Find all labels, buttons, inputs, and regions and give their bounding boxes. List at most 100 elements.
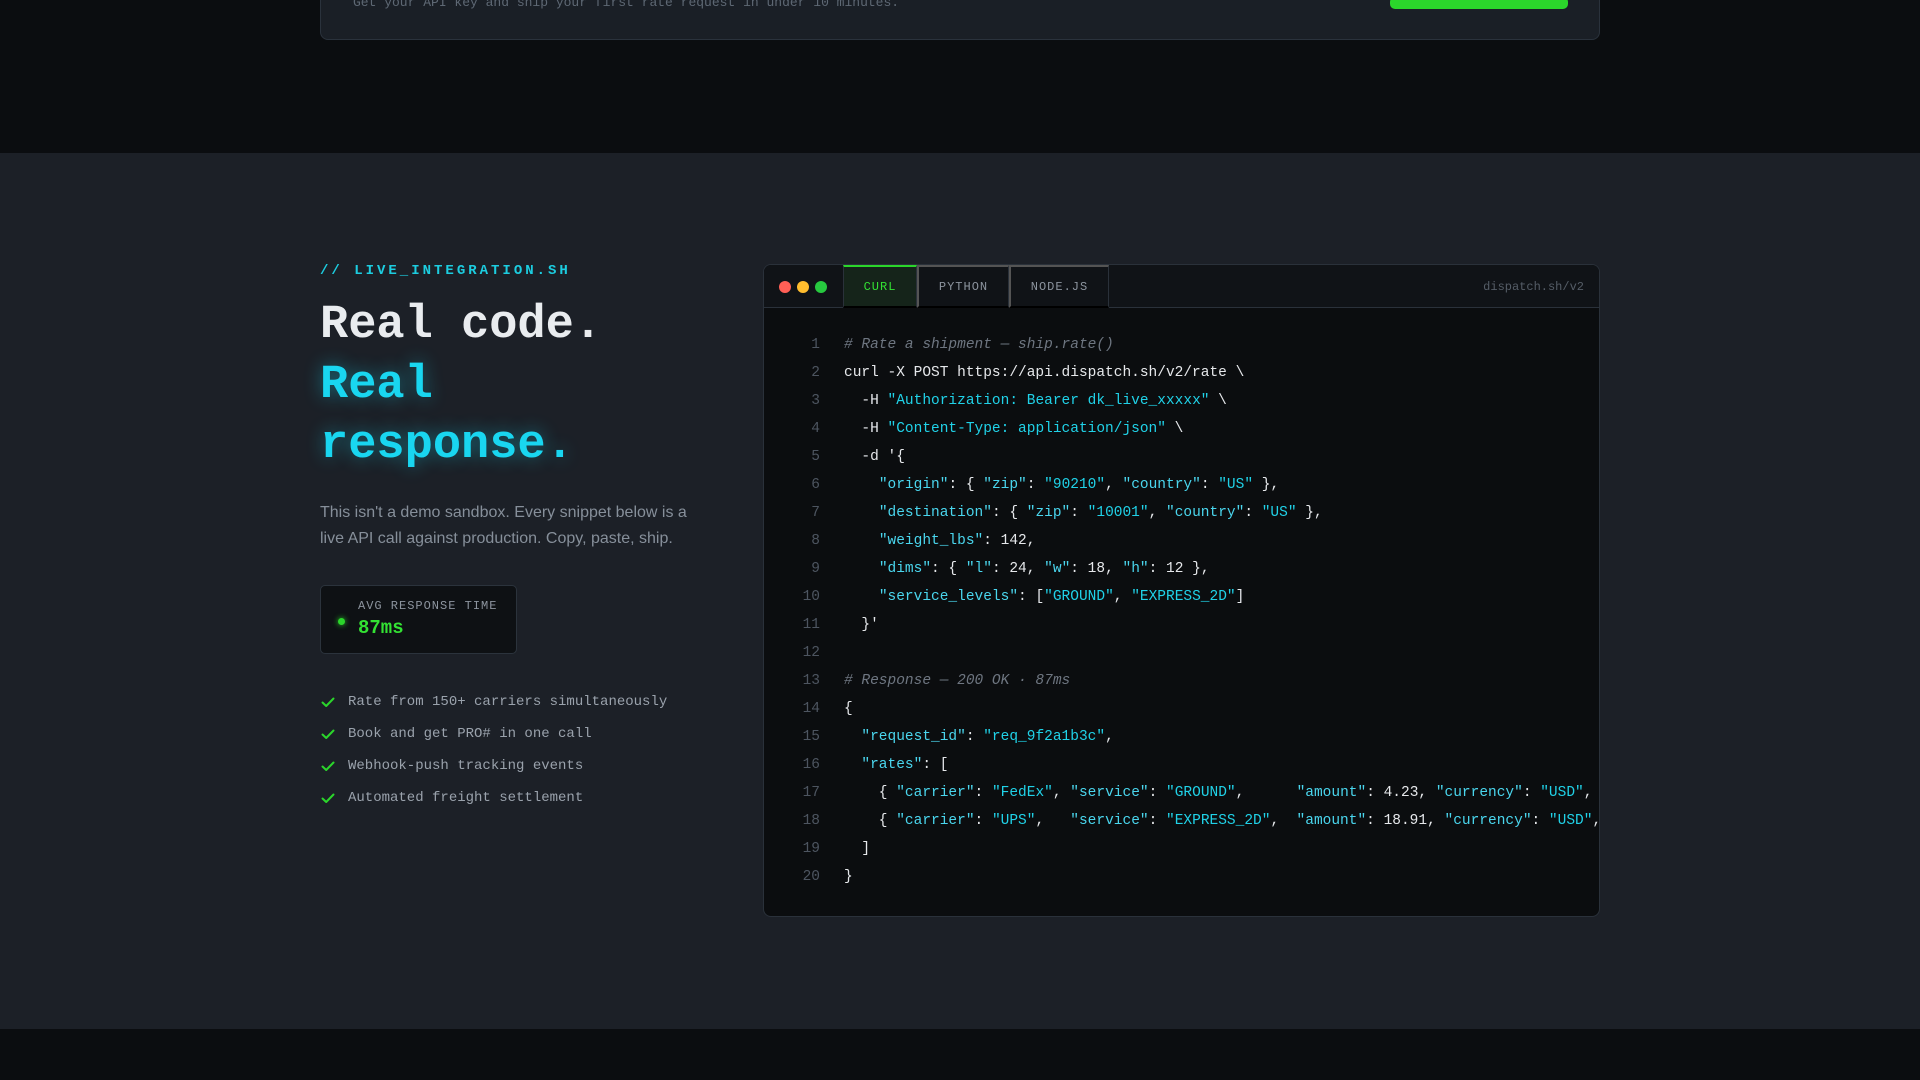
code-token: , (1148, 505, 1166, 521)
code-line: 8 "weight_lbs": 142, (764, 527, 1599, 555)
code-text: "weight_lbs": 142, (844, 533, 1036, 549)
feature-item: Rate from 150+ carriers simultaneously (320, 686, 667, 718)
code-token: "request_id" (861, 729, 966, 745)
headline-line-2: Real (320, 359, 433, 412)
check-icon (321, 729, 335, 739)
code-text: ] (844, 841, 870, 857)
code-token: -d '{ (844, 449, 905, 465)
get-api-key-button[interactable] (1390, 0, 1568, 9)
code-token: "l" (965, 561, 992, 577)
code-window: CURL PYTHON NODE.JS dispatch.sh/v2 1 # Ra… (763, 264, 1600, 917)
tab-python[interactable]: PYTHON (917, 265, 1009, 308)
code-token: "10001" (1087, 505, 1149, 521)
line-number: 20 (802, 869, 820, 885)
tab-nodejs[interactable]: NODE.JS (1009, 265, 1109, 308)
line-number: 6 (811, 477, 820, 493)
code-token: "carrier" (896, 785, 975, 801)
code-token: : { (991, 505, 1027, 521)
window-close-dot-icon (779, 281, 791, 293)
code-line: 6 "origin": { "zip": "90210", "country":… (764, 471, 1599, 499)
code-token: "EXPRESS_2D" (1131, 589, 1236, 605)
code-token: : (1070, 505, 1088, 521)
bottom-strip (0, 1029, 1920, 1080)
line-number: 11 (802, 617, 820, 633)
code-line: 19 ] (764, 835, 1599, 863)
feature-item: Automated freight settlement (320, 782, 667, 814)
code-token: -H (844, 421, 888, 437)
feature-text: Webhook-push tracking events (348, 758, 584, 774)
feature-item: Book and get PRO# in one call (320, 718, 667, 750)
code-line: 3 -H "Authorization: Bearer dk_live_xxxx… (764, 387, 1599, 415)
headline-line-3: response. (320, 419, 574, 472)
code-token: "dims" (878, 561, 932, 577)
code-token: { (844, 785, 897, 801)
code-token: "USD" (1540, 785, 1584, 801)
code-text: -d '{ (844, 449, 905, 465)
code-line: 15 "request_id": "req_9f2a1b3c", (764, 723, 1599, 751)
code-line: 11 }' (764, 611, 1599, 639)
stat-label: AVG RESPONSE TIME (358, 599, 498, 613)
line-number: 19 (802, 841, 820, 857)
line-number: 10 (802, 589, 820, 605)
code-line: 7 "destination": { "zip": "10001", "coun… (764, 499, 1599, 527)
code-token: : (974, 813, 992, 829)
code-text: # Rate a shipment — ship.rate() (844, 337, 1114, 353)
code-text: -H "Authorization: Bearer dk_live_xxxxx"… (844, 393, 1226, 409)
cta-text: Get your API key and ship your first rat… (353, 0, 900, 10)
window-url: dispatch.sh/v2 (1483, 280, 1584, 294)
code-token: # Response — 200 OK · 87ms (844, 673, 1071, 689)
feature-item: Webhook-push tracking events (320, 750, 667, 782)
code-token: : (965, 729, 984, 745)
code-text: "origin": { "zip": "90210", "country": "… (844, 477, 1279, 493)
code-token: "UPS" (991, 813, 1036, 829)
code-line: 13 # Response — 200 OK · 87ms (764, 667, 1599, 695)
code-text: { "carrier": "FedEx", "service": "GROUND… (844, 785, 1599, 801)
section-eyebrow: // LIVE_INTEGRATION.SH (320, 263, 571, 279)
code-token: ] (1235, 589, 1245, 605)
code-token: curl -X POST https://api.dispatch.sh/v2/… (844, 365, 1245, 381)
code-token: # Rate a shipment — ship.rate() (844, 337, 1114, 353)
line-number: 5 (811, 449, 820, 465)
code-token: : (1026, 477, 1045, 493)
line-number: 8 (811, 533, 820, 549)
code-token: "amount" (1296, 813, 1367, 829)
code-token: } (844, 869, 853, 885)
code-token: "country" (1166, 505, 1245, 521)
code-token: "carrier" (896, 813, 975, 829)
code-token: : 18, (1070, 561, 1123, 577)
code-token: "US" (1218, 477, 1254, 493)
code-token: "GROUND" (1044, 589, 1114, 605)
code-token: : [ (1018, 589, 1045, 605)
code-token: : (1522, 785, 1541, 801)
code-token: "req_9f2a1b3c" (983, 729, 1106, 745)
code-token: : (1200, 477, 1219, 493)
code-token: , (1105, 729, 1114, 745)
code-token: : 4.23, (1366, 785, 1436, 801)
intro-paragraph: This isn't a demo sandbox. Every snippet… (320, 504, 687, 547)
code-token: }' (844, 617, 879, 633)
headline-line-1: Real code. (320, 299, 603, 352)
code-token: ] (844, 841, 871, 857)
code-token: : (1148, 785, 1167, 801)
line-number: 3 (811, 393, 820, 409)
feature-text: Book and get PRO# in one call (348, 726, 592, 742)
line-number: 16 (802, 757, 820, 773)
code-token: : (974, 785, 992, 801)
code-line: 18 { "carrier": "UPS", "service": "EXPRE… (764, 807, 1599, 835)
line-number: 14 (802, 701, 820, 717)
code-token: : (1244, 505, 1262, 521)
code-line: 9 "dims": { "l": 24, "w": 18, "h": 12 }, (764, 555, 1599, 583)
code-text: { "carrier": "UPS", "service": "EXPRESS_… (844, 813, 1599, 829)
code-token: : (1148, 813, 1167, 829)
code-token: , (1592, 813, 1599, 829)
code-token: "service_levels" (878, 589, 1019, 605)
code-token: "amount" (1296, 785, 1367, 801)
tab-curl[interactable]: CURL (843, 265, 917, 308)
code-text: }' (844, 617, 879, 633)
code-token: "origin" (878, 477, 949, 493)
code-line: 14 { (764, 695, 1599, 723)
